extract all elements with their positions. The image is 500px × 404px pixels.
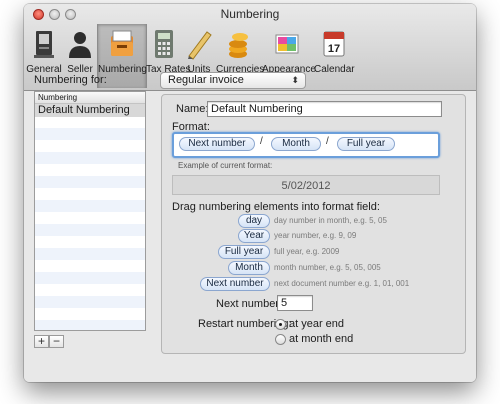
drag-token-day[interactable]: day: [238, 214, 270, 228]
drag-desc-next-number: next document number e.g. 1, 01, 001: [274, 279, 410, 288]
calculator-icon: [155, 30, 173, 58]
add-numbering-button[interactable]: +: [34, 335, 49, 348]
calendar-icon: 17: [323, 31, 345, 57]
toolbar-calendar-label: Calendar: [314, 64, 355, 75]
drag-token-next-number[interactable]: Next number: [200, 277, 270, 291]
format-token-month[interactable]: Month: [271, 137, 321, 151]
general-icon: [34, 31, 54, 58]
next-number-field[interactable]: 5: [277, 295, 313, 311]
list-item[interactable]: Default Numbering: [35, 104, 145, 117]
numbering-detail-panel: Name: Default Numbering Format: Next num…: [161, 94, 466, 354]
coins-icon: [229, 33, 248, 58]
drag-desc-year: year number, e.g. 9, 09: [274, 231, 357, 240]
remove-numbering-button[interactable]: −: [49, 335, 64, 348]
calendar-day-text: 17: [328, 43, 340, 55]
popup-arrows-icon: ⬍: [291, 75, 299, 85]
drag-token-year[interactable]: Year: [238, 229, 270, 243]
list-header[interactable]: Numbering: [35, 92, 145, 104]
format-separator: /: [326, 136, 329, 147]
ruler-icon: [188, 31, 212, 60]
numbering-window: Numbering General Seller Numbering Tax R…: [24, 4, 476, 382]
format-token-next-number[interactable]: Next number: [179, 137, 255, 151]
example-label: Example of current format:: [178, 161, 273, 170]
drag-desc-month: month number, e.g. 5, 05, 005: [274, 263, 381, 272]
next-number-label: Next number:: [216, 298, 283, 310]
restart-at-month-end-label[interactable]: at month end: [289, 333, 353, 345]
numbering-icon: [111, 30, 133, 56]
restart-at-year-end-radio[interactable]: [275, 319, 286, 330]
numbering-for-popup[interactable]: Regular invoice ⬍: [160, 72, 306, 89]
restart-at-year-end-label[interactable]: at year end: [289, 318, 344, 330]
example-value: 5/02/2012: [172, 175, 440, 195]
numbering-for-label: Numbering for:: [34, 74, 107, 86]
restart-at-month-end-radio[interactable]: [275, 334, 286, 345]
drag-desc-day: day number in month, e.g. 5, 05: [274, 216, 387, 225]
format-field[interactable]: Next number / Month / Full year: [172, 132, 440, 158]
appearance-icon: [275, 34, 299, 54]
seller-icon: [69, 32, 91, 58]
drag-token-month[interactable]: Month: [228, 261, 270, 275]
drag-desc-full-year: full year, e.g. 2009: [274, 247, 340, 256]
format-token-full-year[interactable]: Full year: [337, 137, 395, 151]
toolbar-calendar[interactable]: 17 Calendar: [314, 24, 355, 88]
name-field[interactable]: Default Numbering: [207, 101, 442, 117]
format-separator: /: [260, 136, 263, 147]
numbering-list[interactable]: Numbering Default Numbering: [34, 91, 146, 331]
name-label: Name:: [176, 103, 209, 115]
drag-token-full-year[interactable]: Full year: [218, 245, 270, 259]
numbering-for-value: Regular invoice: [168, 74, 244, 86]
window-title: Numbering: [220, 7, 280, 21]
drag-elements-label: Drag numbering elements into format fiel…: [172, 201, 380, 213]
